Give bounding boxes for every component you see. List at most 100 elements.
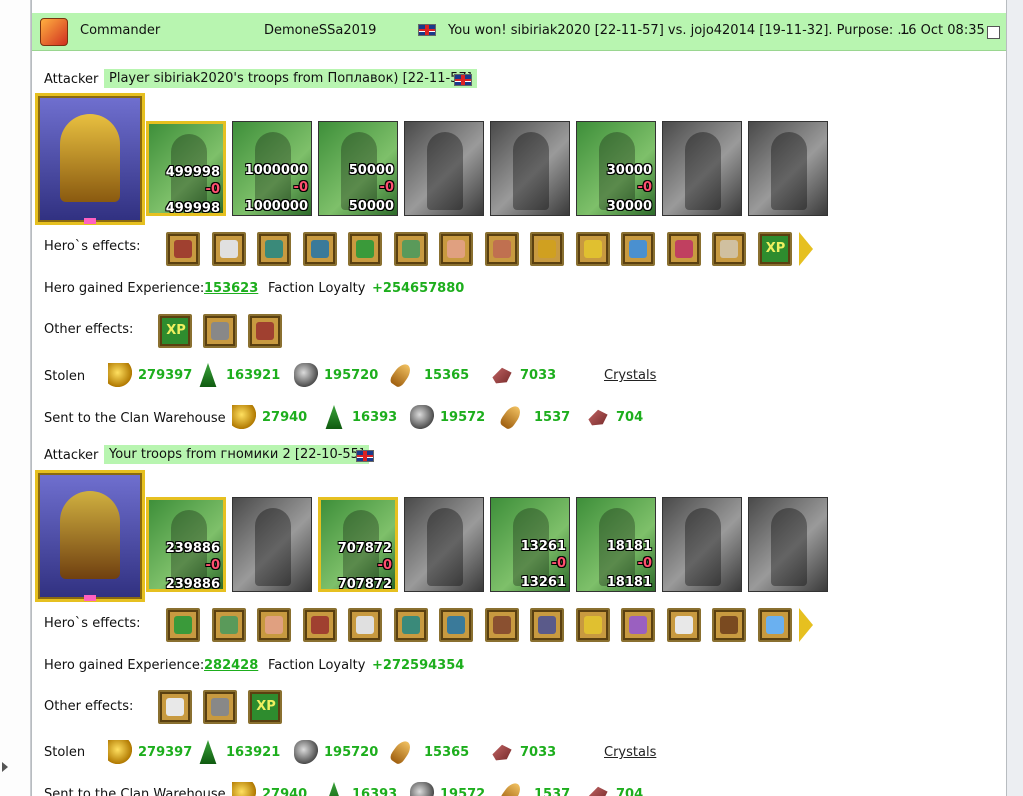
troop-slot[interactable]: 18181 -0 18181 xyxy=(576,497,656,592)
header-player[interactable]: DemoneSSa2019 xyxy=(264,23,376,38)
battle-report-frame: Commander DemoneSSa2019 You won! sibiria… xyxy=(31,0,1007,796)
stolen-label: Stolen xyxy=(44,369,86,384)
handshake-shield-icon[interactable] xyxy=(439,608,473,642)
header-message[interactable]: You won! sibiriak2020 [22-11-57] vs. joj… xyxy=(448,23,910,38)
troop-slot[interactable] xyxy=(748,497,828,592)
attacker-info: Player sibiriak2020's troops from Поплав… xyxy=(104,69,477,88)
loyalty-value: +254657880 xyxy=(372,281,465,296)
stolen-value: 195720 xyxy=(324,368,379,383)
expand-arrow-icon[interactable] xyxy=(2,762,8,772)
handshake-sword-icon[interactable] xyxy=(393,232,428,266)
crystal-ore-icon xyxy=(588,409,608,426)
scroll-right-arrow-icon[interactable] xyxy=(799,232,813,266)
xp-icon[interactable]: XP xyxy=(158,314,192,348)
xp-icon[interactable]: XP xyxy=(248,690,282,724)
troop-slot[interactable]: 1000000 -0 1000000 xyxy=(232,121,312,216)
vertical-scrollbar[interactable] xyxy=(1007,0,1023,796)
hand-icon[interactable] xyxy=(257,608,291,642)
castle-icon[interactable] xyxy=(302,608,337,642)
troop-slot[interactable] xyxy=(490,121,570,216)
crystal-icon[interactable] xyxy=(757,608,792,642)
stolen-value: 195720 xyxy=(324,745,379,760)
ring-icon[interactable] xyxy=(621,608,655,642)
shield-icon[interactable] xyxy=(257,232,291,266)
troop-slot[interactable] xyxy=(748,121,828,216)
other-effects-label: Other effects: xyxy=(44,699,134,714)
dice-icon[interactable] xyxy=(348,608,382,642)
unit-icon xyxy=(513,132,549,210)
ore-icon xyxy=(294,363,318,387)
scroll-icon[interactable] xyxy=(158,690,192,724)
left-panel xyxy=(0,0,31,796)
clan-value: 19572 xyxy=(440,787,486,796)
ribbon-icon[interactable] xyxy=(666,232,701,266)
armor-icon[interactable] xyxy=(575,232,610,266)
hero-portrait[interactable] xyxy=(35,470,145,602)
troop-slot[interactable]: 50000 -0 50000 xyxy=(318,121,398,216)
exp-value[interactable]: 153623 xyxy=(204,281,258,296)
fortress-icon[interactable] xyxy=(203,690,237,724)
clock-icon[interactable] xyxy=(712,232,746,266)
pentagram-icon[interactable] xyxy=(530,608,564,642)
troop-slot[interactable]: 239886 -0 239886 xyxy=(146,497,226,592)
troop-slot[interactable]: 707872 -0 707872 xyxy=(318,497,398,592)
troop-slot[interactable] xyxy=(662,121,742,216)
castle-icon[interactable] xyxy=(166,232,200,266)
troop-slot[interactable] xyxy=(232,497,312,592)
grain-icon xyxy=(388,738,414,766)
troop-count-bot: 1000000 xyxy=(244,199,308,214)
hand-icon[interactable] xyxy=(439,232,473,266)
troop-slot[interactable]: 30000 -0 30000 xyxy=(576,121,656,216)
troop-slot[interactable] xyxy=(404,121,484,216)
stolen-value: 7033 xyxy=(520,745,557,760)
hero-effects-list: XP xyxy=(166,232,826,266)
castle-icon[interactable] xyxy=(248,314,282,348)
wood-icon xyxy=(199,363,217,387)
staff-icon[interactable] xyxy=(712,608,746,642)
clan-value: 16393 xyxy=(352,410,398,425)
boot-icon[interactable] xyxy=(484,232,519,266)
armor-icon[interactable] xyxy=(575,608,610,642)
xp-icon[interactable]: XP xyxy=(757,232,792,266)
crystals-link[interactable]: Crystals xyxy=(604,745,656,760)
ore-icon xyxy=(410,782,434,796)
hero-portrait[interactable] xyxy=(35,93,145,225)
star-medal-icon[interactable] xyxy=(530,232,564,266)
troop-count-mid: -0 xyxy=(637,556,652,571)
sword-icon[interactable] xyxy=(348,232,382,266)
helmet-icon[interactable] xyxy=(484,608,519,642)
troop-count-mid: -0 xyxy=(637,180,652,195)
gold-bag-icon[interactable] xyxy=(203,314,237,348)
troop-slot[interactable]: 499998 -0 499998 xyxy=(146,121,226,216)
select-checkbox[interactable] xyxy=(987,26,1000,39)
exp-value[interactable]: 282428 xyxy=(204,658,258,673)
handshake-sword-icon[interactable] xyxy=(211,608,246,642)
crystals-link[interactable]: Crystals xyxy=(604,368,656,383)
handshake-shield-icon[interactable] xyxy=(302,232,337,266)
troop-slot[interactable] xyxy=(404,497,484,592)
loyalty-label: Faction Loyalty xyxy=(268,658,366,673)
shield-icon[interactable] xyxy=(393,608,428,642)
report-header-row[interactable]: Commander DemoneSSa2019 You won! sibiria… xyxy=(32,13,1006,51)
clan-warehouse-resources: 27940 16393 19572 1537 704 xyxy=(232,403,692,431)
header-date: 16 Oct 08:35 xyxy=(900,23,985,38)
troop-count-bot: 13261 xyxy=(520,575,566,590)
hero-effects-label: Hero`s effects: xyxy=(44,616,141,631)
scroll-right-arrow-icon[interactable] xyxy=(799,608,813,642)
clan-warehouse-resources: 27940 16393 19572 1537 704 xyxy=(232,780,692,796)
sword-icon[interactable] xyxy=(166,608,200,642)
header-commander: Commander xyxy=(80,23,161,38)
question-icon[interactable] xyxy=(621,232,655,266)
crystal-ore-icon xyxy=(588,786,608,796)
stolen-value: 163921 xyxy=(226,368,281,383)
stolen-resources: 279397 163921 195720 15365 7033 Crystals xyxy=(104,738,664,766)
attacker-label: Attacker xyxy=(44,448,99,463)
scroll-icon[interactable] xyxy=(666,608,701,642)
other-effects-label: Other effects: xyxy=(44,322,134,337)
clan-value: 27940 xyxy=(262,787,308,796)
troop-slot[interactable] xyxy=(662,497,742,592)
unit-icon xyxy=(685,508,721,586)
stolen-value: 15365 xyxy=(424,368,470,383)
troop-slot[interactable]: 13261 -0 13261 xyxy=(490,497,570,592)
dice-icon[interactable] xyxy=(211,232,246,266)
